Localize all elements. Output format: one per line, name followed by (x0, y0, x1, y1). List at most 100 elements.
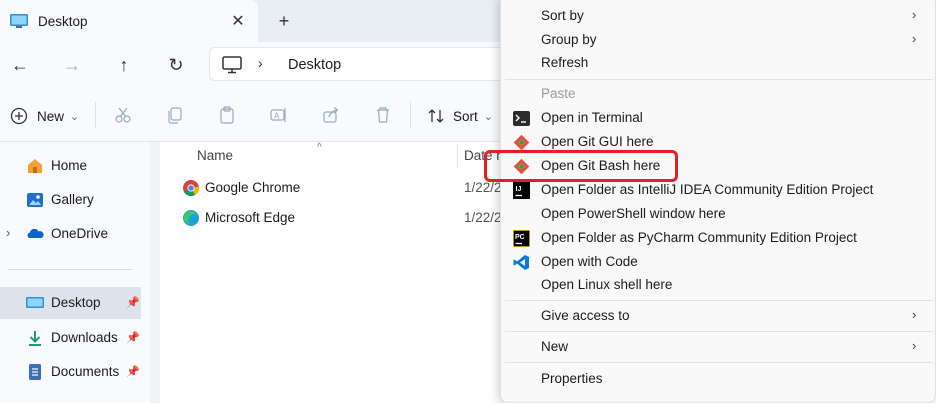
git-icon (513, 134, 530, 151)
sort-button[interactable]: Sort ⌄ (427, 102, 493, 130)
home-icon (28, 159, 42, 173)
sort-icon (428, 109, 444, 123)
menu-item-open-with-code[interactable]: Open with Code (505, 250, 933, 274)
gallery-icon (27, 193, 43, 207)
menu-item-label: Open Linux shell here (541, 277, 673, 292)
sidebar-item-label: Home (51, 158, 88, 173)
menu-item-label: New (541, 339, 569, 354)
file-date: 1/22/2 (464, 180, 502, 195)
sidebar-item-onedrive[interactable]: › OneDrive (0, 218, 150, 250)
up-button[interactable]: ↑ (111, 52, 137, 78)
menu-item-label: Give access to (541, 308, 630, 323)
menu-separator (505, 362, 933, 363)
column-header-name[interactable]: Name (197, 148, 233, 163)
menu-item-label: Properties (541, 371, 603, 386)
menu-item-new[interactable]: New › (505, 335, 933, 359)
submenu-arrow-icon: › (912, 7, 917, 22)
sidebar-item-documents[interactable]: Documents 📌 (0, 356, 150, 388)
menu-separator (505, 300, 933, 301)
menu-item-label: Sort by (541, 8, 584, 23)
file-date: 1/22/2 (464, 210, 502, 225)
sort-indicator-icon: ^ (317, 142, 322, 153)
address-bar[interactable]: › Desktop (209, 47, 509, 81)
cut-icon[interactable] (112, 104, 134, 126)
menu-item-label: Open PowerShell window here (541, 206, 726, 221)
sidebar-item-label: OneDrive (51, 226, 109, 241)
sort-label: Sort (453, 108, 478, 124)
pycharm-icon: PC (513, 230, 530, 247)
onedrive-icon (27, 228, 44, 238)
expand-chevron-icon[interactable]: › (6, 225, 10, 240)
menu-item-open-in-terminal[interactable]: Open in Terminal (505, 106, 933, 130)
forward-button[interactable]: → (59, 52, 85, 78)
sidebar-item-home[interactable]: Home (0, 150, 150, 182)
file-name: Microsoft Edge (205, 210, 296, 225)
svg-text:IJ: IJ (516, 186, 522, 193)
back-button[interactable]: ← (7, 52, 33, 78)
paste-icon[interactable] (216, 104, 238, 126)
sidebar-item-label: Gallery (51, 192, 94, 207)
refresh-button[interactable]: ↻ (163, 52, 189, 78)
sort-dropdown-icon: ⌄ (483, 110, 493, 123)
sidebar-item-gallery[interactable]: Gallery (0, 184, 150, 216)
sidebar-scrollbar[interactable] (150, 142, 160, 403)
close-tab-button[interactable]: ✕ (228, 11, 248, 31)
pin-icon[interactable]: 📌 (126, 296, 140, 309)
file-row-microsoft-edge[interactable]: Microsoft Edge 1/22/2 (182, 205, 502, 231)
desktop-folder-icon (10, 14, 28, 28)
menu-item-label: Open in Terminal (541, 110, 643, 125)
rename-icon[interactable]: A (268, 104, 290, 126)
menu-item-properties[interactable]: Properties (505, 367, 933, 391)
menu-item-refresh[interactable]: Refresh (505, 51, 933, 75)
delete-icon[interactable] (372, 104, 394, 126)
menu-item-paste[interactable]: Paste (505, 82, 933, 106)
menu-separator (505, 79, 933, 80)
sidebar-item-desktop[interactable]: Desktop 📌 (0, 287, 141, 319)
navigation-pane: Home Gallery › OneDrive Desktop 📌 Downlo… (0, 142, 150, 403)
menu-item-group-by[interactable]: Group by › (505, 28, 933, 52)
menu-item-open-pycharm[interactable]: PC Open Folder as PyCharm Community Edit… (505, 226, 933, 250)
sidebar-divider (8, 269, 132, 270)
downloads-icon (29, 331, 41, 346)
menu-item-open-linux-shell[interactable]: Open Linux shell here (505, 273, 933, 297)
file-name: Google Chrome (205, 180, 301, 195)
menu-item-label: Open Folder as PyCharm Community Edition… (541, 230, 857, 245)
svg-text:A: A (274, 112, 280, 121)
tab-title: Desktop (38, 13, 88, 29)
edge-icon (183, 210, 199, 226)
context-menu: Sort by › Group by › Refresh Paste Open … (500, 0, 936, 403)
menu-item-label: Open Folder as IntelliJ IDEA Community E… (541, 182, 874, 197)
submenu-arrow-icon: › (912, 338, 917, 353)
tab-desktop[interactable]: Desktop ✕ (0, 0, 258, 42)
submenu-arrow-icon: › (912, 307, 917, 322)
menu-item-label: Open with Code (541, 254, 638, 269)
vscode-icon (513, 255, 529, 270)
menu-item-label: Paste (541, 86, 576, 101)
sidebar-item-label: Downloads (51, 330, 118, 345)
copy-icon[interactable] (164, 104, 186, 126)
new-tab-button[interactable]: + (272, 10, 296, 32)
toolbar-divider (95, 102, 96, 128)
breadcrumb-chevron[interactable]: › (258, 55, 263, 71)
pin-icon[interactable]: 📌 (126, 365, 140, 378)
menu-item-give-access-to[interactable]: Give access to › (505, 304, 933, 328)
menu-item-open-powershell[interactable]: Open PowerShell window here (505, 202, 933, 226)
menu-item-sort-by[interactable]: Sort by › (505, 4, 933, 28)
new-button[interactable]: New ⌄ (10, 102, 79, 130)
column-divider[interactable] (457, 144, 458, 168)
svg-text:PC: PC (515, 234, 525, 241)
terminal-icon (513, 111, 530, 126)
documents-icon (29, 364, 41, 380)
new-label: New (37, 108, 65, 124)
breadcrumb-desktop[interactable]: Desktop (288, 57, 341, 73)
sidebar-item-downloads[interactable]: Downloads 📌 (0, 322, 150, 354)
computer-icon (222, 56, 242, 74)
share-icon[interactable] (320, 104, 342, 126)
menu-item-label: Group by (541, 32, 597, 47)
file-row-google-chrome[interactable]: Google Chrome 1/22/2 (182, 175, 502, 201)
desktop-icon (26, 297, 44, 308)
toolbar-divider (410, 102, 411, 128)
menu-item-label: Refresh (541, 55, 589, 70)
pin-icon[interactable]: 📌 (126, 331, 140, 344)
sidebar-item-label: Documents (51, 364, 120, 379)
